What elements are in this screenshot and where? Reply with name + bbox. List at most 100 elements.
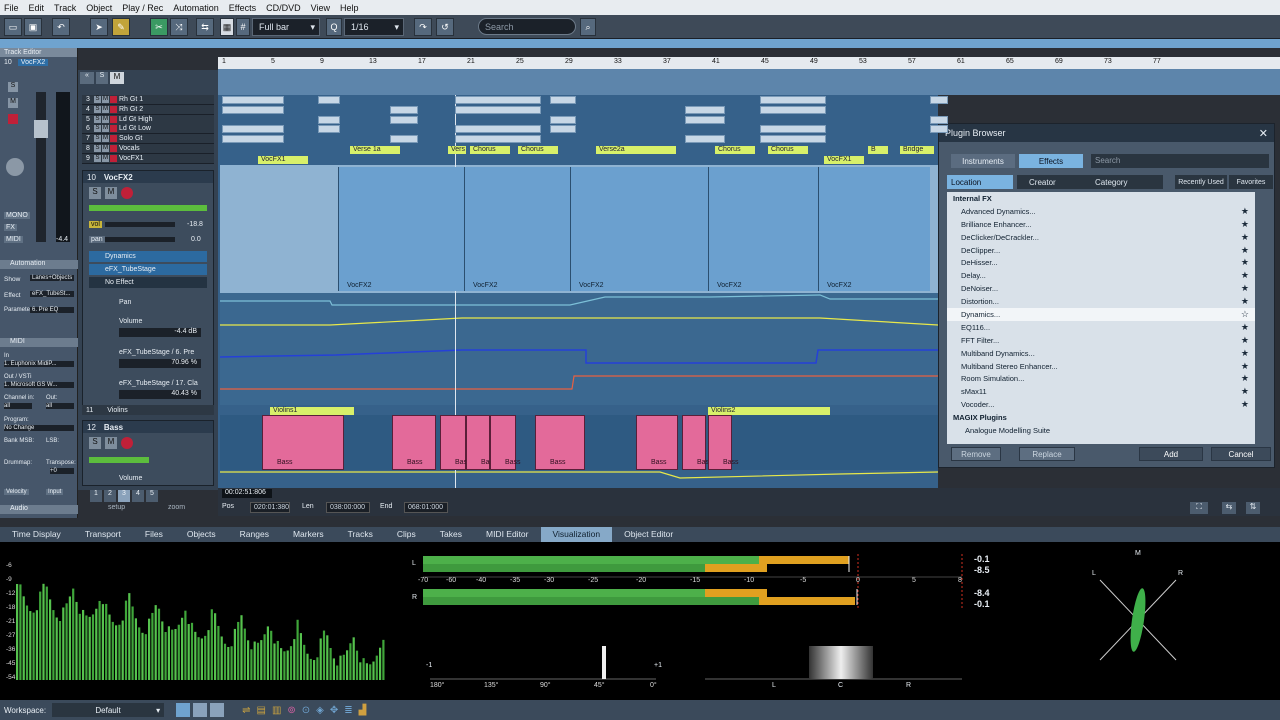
- vocal-audio-clip[interactable]: VocFX2: [570, 167, 708, 291]
- redo-icon[interactable]: ↷: [414, 18, 432, 36]
- plugin-item[interactable]: DeClipper... ★: [947, 244, 1255, 257]
- pencil-icon[interactable]: ✎: [112, 18, 130, 36]
- channel-out-dropdown[interactable]: all: [46, 403, 74, 409]
- plugin-item[interactable]: EQ116... ★: [947, 321, 1255, 334]
- solo-button[interactable]: S: [94, 105, 101, 113]
- tab-clips[interactable]: Clips: [385, 527, 428, 542]
- keyboard-icon[interactable]: ▥: [272, 705, 281, 716]
- close-icon[interactable]: ✕: [1259, 127, 1268, 140]
- nudge-icon[interactable]: ✥: [330, 705, 338, 716]
- len-value[interactable]: 038:00:000: [326, 502, 370, 513]
- vocal-audio-clip[interactable]: VocFX2: [708, 167, 818, 291]
- star-icon[interactable]: ★: [1241, 283, 1249, 294]
- midi-clip[interactable]: [455, 96, 541, 104]
- parameter-dropdown[interactable]: 6. Pre EQ: [30, 307, 74, 313]
- plugin-search-input[interactable]: Search: [1091, 154, 1269, 168]
- plugin-folder-magix[interactable]: MAGIX Plugins: [947, 411, 1255, 424]
- target-icon[interactable]: ⊙: [302, 705, 310, 716]
- collapse-icon[interactable]: «: [80, 72, 94, 84]
- bass-audio-clip[interactable]: Bass: [262, 415, 344, 470]
- tab-midi-editor[interactable]: MIDI Editor: [474, 527, 541, 542]
- midi-clip[interactable]: [930, 125, 948, 134]
- midi-clip[interactable]: [222, 105, 284, 114]
- track-row[interactable]: 6 S M Ld Gt Low: [82, 124, 214, 135]
- tab-instruments[interactable]: Instruments: [951, 154, 1015, 168]
- audio-header[interactable]: Audio: [0, 505, 78, 514]
- solo-button[interactable]: S: [94, 96, 101, 103]
- lane-pan-label[interactable]: Pan: [89, 297, 207, 308]
- mute-button[interactable]: M: [102, 115, 109, 123]
- track-row[interactable]: 9 S M VocFX1: [82, 153, 214, 164]
- bass-audio-clip[interactable]: Bass: [440, 415, 471, 470]
- track-row[interactable]: 4 S M Rh Gt 2: [82, 104, 214, 115]
- quantize-icon[interactable]: Q: [326, 18, 342, 36]
- plugin-item[interactable]: Dynamics... ☆: [947, 308, 1255, 321]
- star-icon[interactable]: ★: [1241, 361, 1249, 372]
- midi-clip[interactable]: [455, 105, 541, 114]
- zoom-preset-button[interactable]: 5: [146, 490, 158, 502]
- star-icon[interactable]: ★: [1241, 219, 1249, 230]
- midi-clip[interactable]: [318, 96, 340, 104]
- plugin-item[interactable]: Distortion... ★: [947, 295, 1255, 308]
- lane-tube-cla-label[interactable]: eFX_TubeStage / 17. Cla: [89, 378, 207, 389]
- pos-value[interactable]: 020:01:380: [250, 502, 290, 513]
- midi-clip[interactable]: [222, 135, 284, 144]
- menu-playrec[interactable]: Play / Rec: [122, 3, 163, 13]
- bass-mute-button[interactable]: M: [105, 437, 117, 449]
- mono-button[interactable]: MONO: [4, 212, 30, 219]
- midi-clip[interactable]: [390, 105, 418, 114]
- fit-icon[interactable]: ⛶: [1190, 502, 1208, 514]
- bass-audio-clip[interactable]: Bass: [535, 415, 585, 470]
- save-icon[interactable]: ▣: [24, 18, 42, 36]
- marker-clip[interactable]: Verse 1a: [350, 146, 400, 154]
- workspace-dropdown[interactable]: Default ▾: [52, 703, 165, 717]
- menu-effects[interactable]: Effects: [229, 3, 256, 13]
- favorites-tab[interactable]: Favorites: [1229, 175, 1273, 189]
- marker-clip[interactable]: Vers: [448, 146, 466, 154]
- remove-button[interactable]: Remove: [951, 447, 1001, 461]
- pan-slider[interactable]: [105, 237, 175, 242]
- tab-objects[interactable]: Objects: [175, 527, 228, 542]
- star-icon[interactable]: ★: [1241, 245, 1249, 256]
- mute-button[interactable]: M: [102, 154, 109, 162]
- vocfx2-mute-button[interactable]: M: [105, 187, 117, 199]
- sort-icon[interactable]: ⇅: [1246, 502, 1260, 514]
- record-button[interactable]: [110, 115, 117, 123]
- plugin-item[interactable]: DeClicker/DeCrackler... ★: [947, 231, 1255, 244]
- program-dropdown[interactable]: No Change: [4, 425, 74, 431]
- tab-tracks[interactable]: Tracks: [336, 527, 385, 542]
- track-row[interactable]: 7 S M Solo Gt: [82, 134, 214, 145]
- plugin-item[interactable]: Vocoder... ★: [947, 398, 1255, 411]
- star-icon[interactable]: ★: [1241, 348, 1249, 359]
- star-icon[interactable]: ★: [1241, 335, 1249, 346]
- menu-track[interactable]: Track: [54, 3, 76, 13]
- menu-view[interactable]: View: [311, 3, 330, 13]
- fx-slot-2[interactable]: eFX_TubeStage: [89, 264, 207, 275]
- automation-header[interactable]: Automation: [0, 260, 78, 269]
- recently-used-tab[interactable]: Recently Used: [1175, 175, 1227, 189]
- track-row[interactable]: 8 S M Vocals: [82, 144, 214, 154]
- plugin-item[interactable]: sMax11 ★: [947, 385, 1255, 398]
- lane-tube-cla-value[interactable]: 40.43 %: [119, 390, 201, 399]
- drop-icon[interactable]: ◈: [316, 705, 324, 716]
- mute-button[interactable]: M: [102, 145, 109, 152]
- violins-track-header[interactable]: 11 Violins: [82, 405, 214, 415]
- vocfx2-solo-button[interactable]: S: [89, 187, 101, 199]
- bass-audio-clip[interactable]: Bass: [708, 415, 739, 470]
- record-button[interactable]: [110, 105, 117, 113]
- plugin-item[interactable]: Multiband Dynamics... ★: [947, 347, 1255, 360]
- star-icon[interactable]: ★: [1241, 232, 1249, 243]
- star-icon[interactable]: ★: [1241, 399, 1249, 410]
- star-icon[interactable]: ☆: [1241, 309, 1249, 320]
- marker-clip[interactable]: B: [868, 146, 888, 154]
- effect-dropdown[interactable]: eFX_TubeSt...: [30, 291, 74, 297]
- midi-clip[interactable]: [222, 96, 284, 104]
- marker-clip[interactable]: Verse2a: [596, 146, 676, 154]
- mute-button[interactable]: M: [102, 105, 109, 113]
- star-icon[interactable]: ★: [1241, 296, 1249, 307]
- bass-solo-button[interactable]: S: [89, 437, 101, 449]
- column-location[interactable]: Location: [947, 175, 1013, 189]
- bass-audio-clip[interactable]: Bass: [490, 415, 521, 470]
- midi-clip[interactable]: [390, 135, 418, 144]
- midi-out-dropdown[interactable]: 1. Microsoft GS W...: [4, 382, 74, 388]
